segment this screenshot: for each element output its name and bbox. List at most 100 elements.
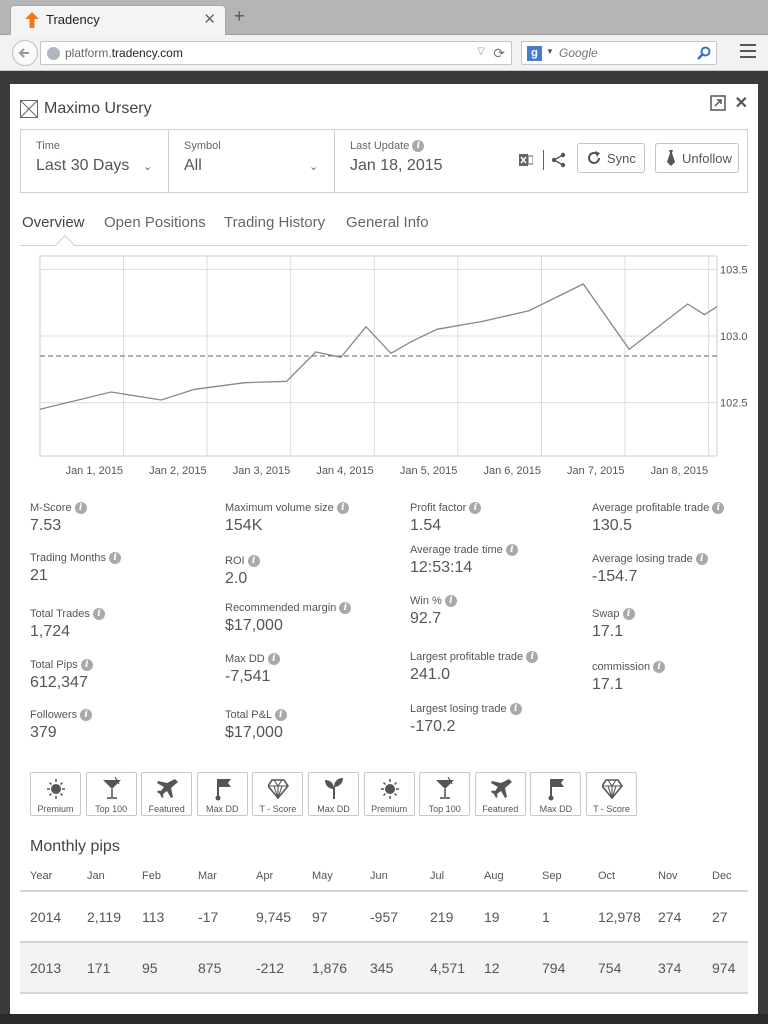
expand-icon[interactable] [710,95,726,111]
info-icon[interactable]: i [336,502,349,514]
stat-item: Average losing trade i -154.7 [592,553,708,586]
back-arrow-icon [18,48,29,58]
section-tabs: Overview Open Positions Trading History … [20,205,748,255]
search-bar[interactable]: g ▼ Google [521,41,717,65]
badge-t-score[interactable]: T - Score [586,772,637,816]
badge-max-dd[interactable]: Max DD [530,772,582,816]
tab-general-info[interactable]: General Info [346,214,429,231]
hamburger-menu-icon[interactable] [740,44,756,62]
excel-export-icon[interactable] [519,153,533,167]
time-filter[interactable]: Time Last 30 Days ⌄ [21,130,169,192]
browser-nav-bar: platform.tradency.com ▽ ⟳ g ▼ Google [0,35,768,71]
google-engine-icon[interactable]: g [527,46,542,61]
stat-label: Profit factor i [410,502,482,514]
info-icon[interactable]: i [274,709,287,721]
stat-value: 21 [30,567,48,584]
badge-t-score[interactable]: T - Score [252,772,304,816]
info-icon[interactable]: i [505,544,518,556]
trader-avatar-icon [20,100,38,118]
table-cell: -17 [198,909,219,925]
column-header: Feb [142,870,161,882]
badge-featured[interactable]: Featured [474,772,526,816]
monthly-pips-title: Monthly pips [30,838,120,855]
chevron-down-icon: ⌄ [309,161,319,173]
info-icon[interactable]: i [653,661,666,673]
url-dropdown-icon[interactable]: ▽ [477,46,485,57]
close-icon[interactable]: ✕ [735,93,748,113]
info-icon[interactable]: i [509,703,522,715]
info-icon[interactable]: i [526,651,539,663]
table-row: 2013 171 95 875 -212 1,876 345 4,571 12 794 754 374… [20,943,748,994]
address-bar[interactable]: platform.tradency.com ▽ ⟳ [40,41,512,65]
last-update-label-text: Last Update [350,140,410,152]
badge-top-100[interactable]: Top 100 [85,772,137,816]
stat-label-text: M-Score [30,502,72,514]
info-icon[interactable]: i [80,709,93,721]
new-tab-button[interactable]: + [234,6,245,27]
info-icon[interactable]: i [622,608,635,620]
stat-label-text: Win % [410,595,442,607]
browser-tab[interactable]: Tradency ✕ [10,5,226,35]
table-cell: 2,119 [87,909,121,925]
stat-value: 2.0 [225,570,248,587]
table-cell: 875 [198,960,222,976]
unfollow-label: Unfollow [682,151,732,166]
back-button[interactable] [12,40,38,66]
badge-label: Top 100 [95,804,128,814]
table-cell: -957 [370,909,399,925]
sync-button[interactable]: Sync [577,143,645,173]
badge-premium[interactable]: Premium [363,772,415,816]
performance-chart: 103.5 103.0 102.5 Jan 1, 2015 Jan 2, 2015 Jan… [20,246,748,482]
info-icon[interactable]: i [92,608,105,620]
line-chart-svg: 103.5 103.0 102.5 Jan 1, 2015 Jan 2, 2015 Jan… [39,255,748,477]
stat-label: Maximum volume size i [225,502,349,514]
stat-item: Maximum volume size i 154K [225,502,349,535]
info-icon[interactable]: i [247,555,260,567]
symbol-filter[interactable]: Symbol All ⌄ [169,130,335,192]
stat-value: 241.0 [410,666,451,683]
symbol-filter-value: All [184,157,202,174]
stat-item: ROI i 2.0 [225,555,260,588]
sync-label: Sync [607,151,636,166]
diamond-icon [602,779,623,800]
stat-label-text: ROI [225,555,245,567]
badge-label: Featured [482,804,519,814]
search-icon[interactable] [696,45,712,61]
engine-caret-icon[interactable]: ▼ [546,47,554,56]
tab-close-icon[interactable]: ✕ [203,10,216,28]
table-cell: 219 [430,909,454,925]
stat-item: Swap i 17.1 [592,608,635,641]
stat-item: commission i 17.1 [592,661,666,694]
badge-top-100[interactable]: Top 100 [419,772,471,816]
table-cell: 19 [484,909,500,925]
info-icon[interactable]: i [80,659,93,671]
badge-label: Max DD [206,804,239,814]
sun-icon [47,779,65,799]
info-icon[interactable]: i [109,552,122,564]
info-icon[interactable]: i [412,140,425,152]
badge-premium[interactable]: Premium [30,772,81,816]
info-icon[interactable]: i [74,502,87,514]
tab-overview[interactable]: Overview [22,214,85,231]
tab-trading-history[interactable]: Trading History [224,214,325,231]
badge-max-dd[interactable]: Max DD [308,772,359,816]
unfollow-button[interactable]: Unfollow [655,143,739,173]
badge-max-dd[interactable]: Max DD [196,772,248,816]
column-header: Dec [712,870,732,882]
table-cell: 794 [542,960,566,976]
info-icon[interactable]: i [469,502,482,514]
stat-label-text: Profit factor [410,502,467,514]
info-icon[interactable]: i [267,653,280,665]
info-icon[interactable]: i [339,602,352,614]
stat-label-text: Largest profitable trade [410,651,524,663]
stat-label: Swap i [592,608,635,620]
info-icon[interactable]: i [695,553,708,565]
info-icon[interactable]: i [712,502,725,514]
badge-featured[interactable]: Featured [141,772,193,816]
tab-open-positions[interactable]: Open Positions [104,214,206,231]
stat-label: Average profitable trade i [592,502,725,514]
share-icon[interactable] [551,152,566,168]
reload-icon[interactable]: ⟳ [493,45,505,62]
info-icon[interactable]: i [444,595,457,607]
badge-label: Premium [371,804,408,814]
